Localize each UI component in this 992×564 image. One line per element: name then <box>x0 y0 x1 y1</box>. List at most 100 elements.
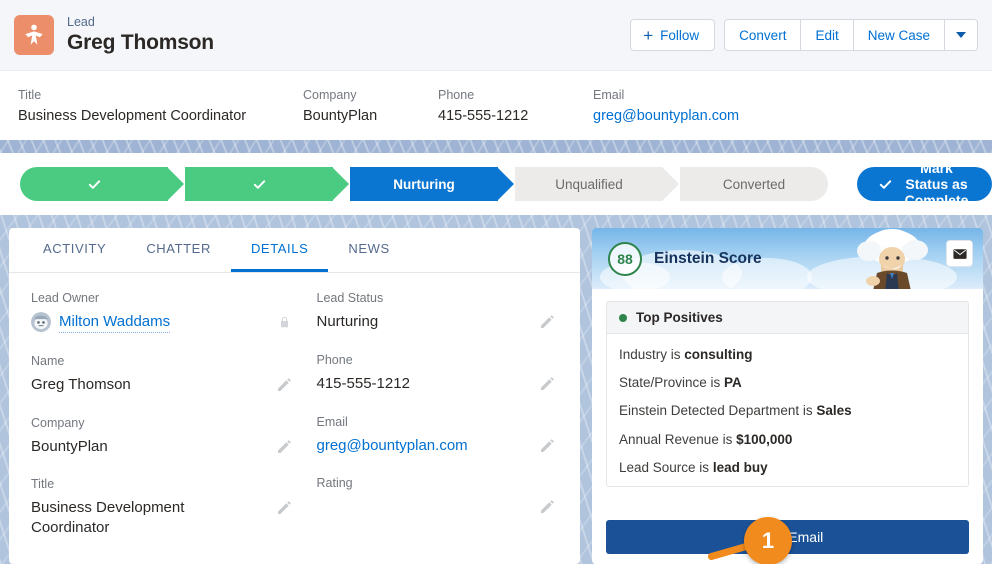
email-link[interactable]: greg@bountyplan.com <box>317 437 468 454</box>
field-value: Business Development Coordinator <box>31 498 261 538</box>
field-rating: Rating <box>317 476 559 516</box>
positive-prefix: Lead Source is <box>619 460 713 475</box>
field-lead-owner: Lead Owner Milton Waddams <box>31 291 295 333</box>
lead-owner-link[interactable]: Milton Waddams <box>59 312 170 333</box>
edit-pencil-icon[interactable] <box>277 378 291 392</box>
positive-prefix: Industry is <box>619 347 684 362</box>
list-item: Annual Revenue is $100,000 <box>607 426 968 454</box>
mark-status-complete-button[interactable]: Mark Status as Complete <box>857 167 992 201</box>
field-name: Name Greg Thomson <box>31 354 295 395</box>
list-item: State/Province is PA <box>607 369 968 397</box>
field-company: Company BountyPlan <box>31 416 295 457</box>
path-step-unqualified[interactable]: Unqualified <box>515 167 663 201</box>
field-label: Lead Status <box>317 291 525 305</box>
path-step-label: Nurturing <box>393 177 455 192</box>
salesforce-lead-record-page: Lead Greg Thomson + Follow Convert Edit … <box>0 0 992 564</box>
path-steps: Nurturing Unqualified Converted <box>20 167 831 201</box>
sales-path: Nurturing Unqualified Converted Mark Sta… <box>0 153 992 215</box>
field-value <box>317 497 525 516</box>
tab-chatter[interactable]: CHATTER <box>126 228 231 272</box>
field-value: BountyPlan <box>31 437 261 457</box>
top-positives-header: Top Positives <box>607 302 968 334</box>
field-value: Greg Thomson <box>31 375 261 395</box>
tab-news[interactable]: NEWS <box>328 228 409 272</box>
path-chevron <box>662 167 679 201</box>
top-positives-list: Industry is consulting State/Province is… <box>607 334 968 486</box>
einstein-mascot-icon <box>853 228 931 289</box>
field-value: Nurturing <box>317 312 525 332</box>
avatar <box>31 312 51 332</box>
field-lead-status: Lead Status Nurturing <box>317 291 559 332</box>
highlight-field-title: Title Business Development Coordinator <box>18 88 303 124</box>
lead-icon <box>14 15 54 55</box>
record-actions: + Follow Convert Edit New Case <box>630 19 978 51</box>
object-type-label: Lead <box>67 15 214 29</box>
follow-button[interactable]: + Follow <box>630 19 715 51</box>
record-identity: Lead Greg Thomson <box>14 15 214 55</box>
path-step-label: Unqualified <box>555 177 623 192</box>
edit-pencil-icon[interactable] <box>540 377 554 391</box>
highlight-value: 415-555-1212 <box>438 108 593 124</box>
positive-value: consulting <box>684 347 752 362</box>
field-label: Name <box>31 354 261 368</box>
email-link[interactable]: greg@bountyplan.com <box>593 108 843 124</box>
positive-value: PA <box>724 375 742 390</box>
edit-pencil-icon[interactable] <box>540 315 554 329</box>
einstein-panel-body: Top Positives Industry is consulting Sta… <box>592 289 983 487</box>
highlight-label: Company <box>303 88 438 102</box>
convert-button[interactable]: Convert <box>724 19 801 51</box>
positive-value: lead buy <box>713 460 768 475</box>
path-step-nurturing[interactable]: Nurturing <box>350 167 498 201</box>
path-step-converted[interactable]: Converted <box>680 167 828 201</box>
highlight-value: Business Development Coordinator <box>18 108 303 124</box>
positive-value: Sales <box>816 403 851 418</box>
edit-button[interactable]: Edit <box>801 19 853 51</box>
highlight-label: Phone <box>438 88 593 102</box>
field-label: Email <box>317 415 525 429</box>
positive-prefix: Einstein Detected Department is <box>619 403 816 418</box>
callout-badge-1: 1 <box>744 517 792 564</box>
top-positives-box: Top Positives Industry is consulting Sta… <box>606 301 969 487</box>
status-dot-icon <box>619 314 627 322</box>
edit-pencil-icon[interactable] <box>540 439 554 453</box>
tab-details[interactable]: DETAILS <box>231 228 328 272</box>
details-column-right: Lead Status Nurturing Phone 415-555-1212 <box>295 291 559 559</box>
positive-prefix: State/Province is <box>619 375 724 390</box>
field-label: Company <box>31 416 261 430</box>
details-card: ACTIVITY CHATTER DETAILS NEWS Lead Owner <box>9 228 580 564</box>
check-icon <box>87 177 102 192</box>
decorative-band <box>0 140 992 153</box>
path-step-label: Converted <box>723 177 785 192</box>
envelope-icon <box>953 247 967 261</box>
page-title: Greg Thomson <box>67 31 214 55</box>
einstein-panel-header: 88 Einstein Score <box>592 228 983 289</box>
field-label: Title <box>31 477 261 491</box>
check-icon <box>878 177 893 192</box>
chevron-down-icon <box>956 32 966 38</box>
highlight-field-email: Email greg@bountyplan.com <box>593 88 843 124</box>
details-column-left: Lead Owner Milton Waddams <box>31 291 295 559</box>
highlight-field-company: Company BountyPlan <box>303 88 438 124</box>
top-positives-label: Top Positives <box>636 310 723 325</box>
new-case-button[interactable]: New Case <box>854 19 945 51</box>
edit-pencil-icon[interactable] <box>277 440 291 454</box>
send-email-icon-button[interactable] <box>946 240 973 267</box>
list-item: Einstein Detected Department is Sales <box>607 397 968 425</box>
path-step-completed-1[interactable] <box>20 167 168 201</box>
edit-pencil-icon[interactable] <box>540 500 554 514</box>
highlight-label: Title <box>18 88 303 102</box>
details-fields: Lead Owner Milton Waddams <box>9 273 580 559</box>
record-tabs: ACTIVITY CHATTER DETAILS NEWS <box>9 228 580 273</box>
edit-pencil-icon[interactable] <box>277 501 291 515</box>
path-step-completed-2[interactable] <box>185 167 333 201</box>
positive-prefix: Annual Revenue is <box>619 432 736 447</box>
record-body: ACTIVITY CHATTER DETAILS NEWS Lead Owner <box>0 215 992 564</box>
einstein-score-panel: 88 Einstein Score <box>592 228 983 564</box>
more-actions-button[interactable] <box>945 19 978 51</box>
positive-value: $100,000 <box>736 432 792 447</box>
path-chevron <box>497 167 514 201</box>
record-header: Lead Greg Thomson + Follow Convert Edit … <box>0 0 992 70</box>
tab-activity[interactable]: ACTIVITY <box>23 228 126 272</box>
highlight-label: Email <box>593 88 843 102</box>
field-value: Milton Waddams <box>31 312 261 333</box>
